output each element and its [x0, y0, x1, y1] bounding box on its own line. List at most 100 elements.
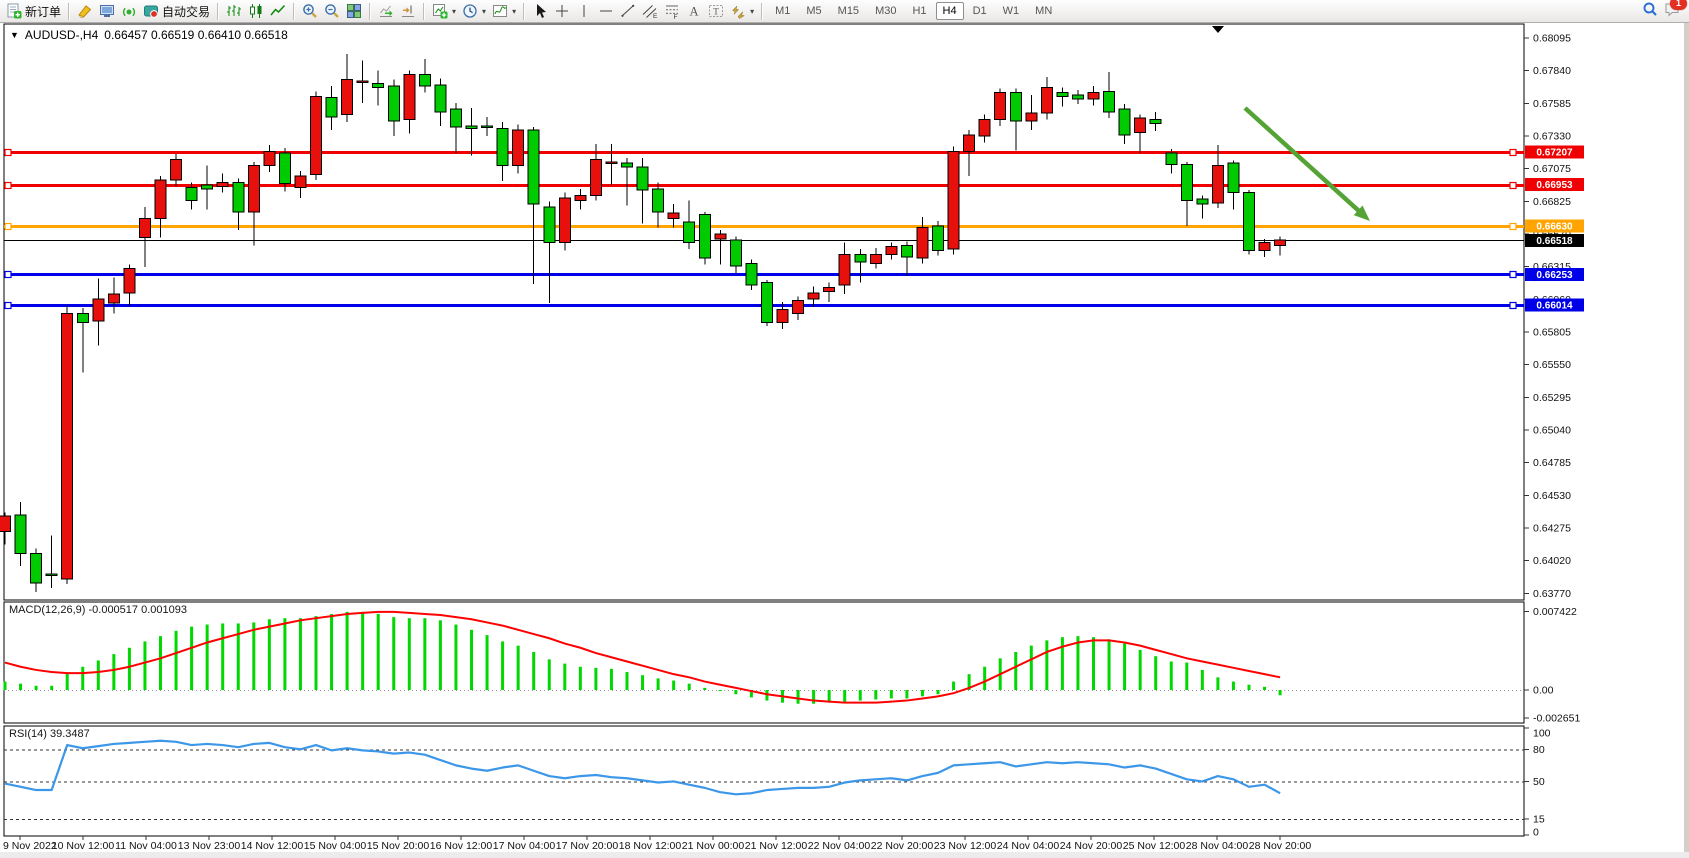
marker-button[interactable] [74, 0, 96, 22]
text-label-button[interactable]: T [705, 0, 727, 22]
chevron-down-icon[interactable]: ▾ [512, 7, 516, 16]
macd-histogram-bar [1061, 637, 1064, 690]
time-tick-label: 9 Nov 2022 [3, 840, 57, 852]
indicators-button[interactable]: ▾ [489, 0, 519, 22]
line-handle[interactable] [5, 272, 11, 278]
macd-histogram-bar [501, 641, 504, 690]
new-order-button[interactable]: 新订单 [3, 0, 64, 22]
new-chart-button[interactable]: ▾ [429, 0, 459, 22]
timeframe-w1[interactable]: W1 [996, 2, 1027, 20]
zoom-in-icon [302, 3, 318, 19]
macd-histogram-bar [470, 630, 473, 690]
line-handle[interactable] [1510, 224, 1516, 230]
macd-histogram-bar [517, 646, 520, 690]
candle-chart-button[interactable] [245, 0, 267, 22]
signals-icon [121, 3, 137, 19]
time-tick-label: 21 Nov 12:00 [745, 840, 808, 852]
chart-canvas[interactable]: 0.680950.678400.675850.673300.670750.668… [0, 0, 1689, 858]
macd-histogram-bar [4, 682, 7, 690]
hline-button[interactable] [595, 0, 617, 22]
macd-histogram-bar [439, 620, 442, 690]
price-tick-label: 0.65295 [1533, 392, 1571, 404]
text-a-button[interactable]: A [683, 0, 705, 22]
timeframe-m30[interactable]: M30 [868, 2, 903, 20]
zoom-out-button[interactable] [321, 0, 343, 22]
timeframe-m15[interactable]: M15 [831, 2, 866, 20]
autotrading-button[interactable]: 自动交易 [140, 0, 213, 22]
chart-shift-button[interactable] [397, 0, 419, 22]
chevron-down-icon[interactable]: ▾ [452, 7, 456, 16]
chat-button[interactable]: 1 [1664, 1, 1680, 22]
toolbar-separator [523, 3, 525, 20]
macd-histogram-bar [175, 631, 178, 690]
symbol-dropdown-icon[interactable]: ▼ [10, 30, 19, 40]
macd-histogram-bar [921, 690, 924, 696]
macd-histogram-bar [797, 690, 800, 704]
svg-text:E: E [653, 13, 658, 19]
chevron-down-icon[interactable]: ▾ [482, 7, 486, 16]
main-toolbar: 新订单 自动交易 ▾ ▾ ▾ EFAT ▾ M1M5M15M30H1H4D1W1MN 1 [0, 0, 1689, 23]
macd-histogram-bar [361, 612, 364, 690]
bar-chart-button[interactable] [223, 0, 245, 22]
line-handle[interactable] [1510, 303, 1516, 309]
macd-histogram-bar [719, 690, 722, 691]
channel-button[interactable]: E [639, 0, 661, 22]
terminal-button[interactable] [96, 0, 118, 22]
timeframe-d1[interactable]: D1 [966, 2, 994, 20]
macd-histogram-bar [703, 688, 706, 690]
fibonacci-button[interactable]: F [661, 0, 683, 22]
macd-panel[interactable] [4, 602, 1524, 723]
macd-histogram-bar [626, 672, 629, 690]
trendline-button[interactable] [617, 0, 639, 22]
macd-histogram-bar [299, 618, 302, 690]
line-handle[interactable] [1510, 183, 1516, 189]
text-label-icon: T [708, 3, 724, 19]
macd-histogram-bar [283, 618, 286, 690]
notification-badge: 1 [1670, 0, 1687, 10]
timeframe-h4[interactable]: H4 [936, 2, 964, 20]
macd-histogram-bar [268, 619, 271, 690]
search-button[interactable] [1642, 1, 1658, 22]
timeframe-m5[interactable]: M5 [799, 2, 828, 20]
tile-windows-button[interactable] [343, 0, 365, 22]
line-handle[interactable] [1510, 150, 1516, 156]
time-tick-label: 23 Nov 12:00 [934, 840, 997, 852]
line-chart-button[interactable] [267, 0, 289, 22]
line-handle[interactable] [5, 183, 11, 189]
line-handle[interactable] [5, 150, 11, 156]
macd-histogram-bar [486, 635, 489, 690]
macd-histogram-bar [143, 641, 146, 690]
rsi-axis-label: 15 [1533, 813, 1545, 825]
crosshair-button[interactable] [551, 0, 573, 22]
candle [559, 193, 570, 251]
toolbar-separator [68, 3, 70, 20]
time-tick-label: 17 Nov 20:00 [556, 840, 619, 852]
timeframe-mn[interactable]: MN [1028, 2, 1059, 20]
line-chart-icon [270, 3, 286, 19]
svg-text:0.66953: 0.66953 [1536, 180, 1573, 191]
time-tick-label: 28 Nov 20:00 [1249, 840, 1312, 852]
line-handle[interactable] [5, 303, 11, 309]
clock-button[interactable]: ▾ [459, 0, 489, 22]
time-tick-label: 28 Nov 04:00 [1186, 840, 1249, 852]
macd-histogram-bar [1170, 661, 1173, 690]
timeframe-m1[interactable]: M1 [768, 2, 797, 20]
auto-scroll-button[interactable] [375, 0, 397, 22]
line-handle[interactable] [5, 224, 11, 230]
timeframe-h1[interactable]: H1 [905, 2, 933, 20]
vline-button[interactable] [573, 0, 595, 22]
cursor-button[interactable] [529, 0, 551, 22]
arrows-tool-button[interactable]: ▾ [727, 0, 757, 22]
macd-histogram-bar [1201, 670, 1204, 690]
marker-icon [77, 3, 93, 19]
chevron-down-icon[interactable]: ▾ [750, 7, 754, 16]
zoom-in-button[interactable] [299, 0, 321, 22]
macd-histogram-bar [594, 668, 597, 690]
line-handle[interactable] [1510, 272, 1516, 278]
candle [513, 125, 524, 174]
macd-histogram-bar [330, 614, 333, 690]
macd-histogram-bar [812, 690, 815, 704]
macd-axis-label: 0.00 [1533, 685, 1554, 697]
signals-button[interactable] [118, 0, 140, 22]
svg-text:0.66253: 0.66253 [1536, 270, 1573, 281]
